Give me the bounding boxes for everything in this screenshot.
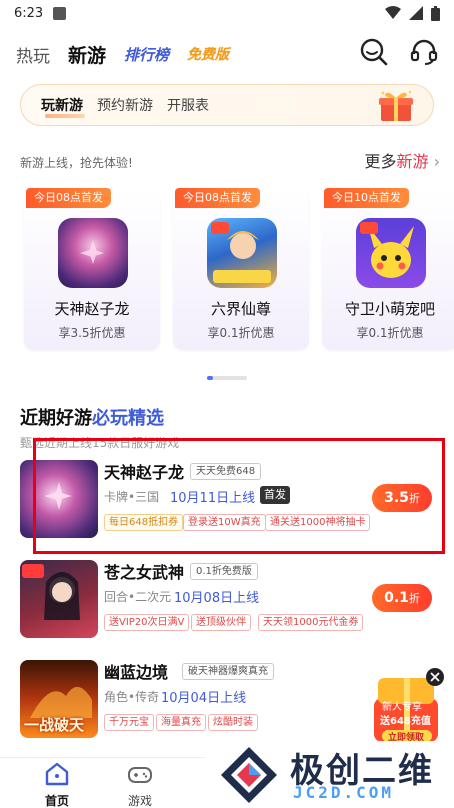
launch-badge: 今日08点首发 <box>175 188 260 208</box>
game-tag: 0.1折免费版 <box>190 563 258 580</box>
promo-line1: 新人专享 <box>382 702 422 713</box>
benefit-chip: 送VIP20次日满V <box>104 614 190 631</box>
headset-icon <box>410 39 438 65</box>
nav-home-label: 首页 <box>44 794 69 808</box>
game-discount: 享3.5折优惠 <box>58 326 126 340</box>
recent-title-prefix: 近期好游 <box>20 408 92 429</box>
game-icon <box>58 218 128 288</box>
new-game-card[interactable]: 今日10点首发 守卫小萌宠吧 享0.1折优惠 <box>322 188 454 350</box>
game-tag: 破天神器爆爽真充 <box>182 663 274 680</box>
watermark: 极创二维 JC2D.COM <box>205 741 454 808</box>
close-icon <box>430 672 440 682</box>
nav-home[interactable]: 首页 <box>27 762 87 808</box>
benefit-chip: 炫酷时装 <box>208 714 258 731</box>
discount-button[interactable]: 0.1折 <box>372 584 432 612</box>
benefit-chip: 海量真充 <box>156 714 206 731</box>
customer-service-button[interactable] <box>408 36 440 68</box>
new-game-card[interactable]: 今日08点首发 六界仙尊 享0.1折优惠 <box>173 188 309 350</box>
launch-badge: 今日08点首发 <box>26 188 111 208</box>
game-name: 幽蓝边境 <box>104 663 169 682</box>
discount-value: 0.1 <box>384 590 409 606</box>
gamepad-icon <box>128 767 152 783</box>
recent-title-highlight: 必玩精选 <box>92 408 164 429</box>
benefit-chip: 天天领1000元代金券 <box>258 614 364 631</box>
game-row[interactable]: 苍之女武神 0.1折免费版 回合•二次元 10月08日上线 送VIP20次日满V… <box>10 556 444 646</box>
game-icon <box>207 218 277 288</box>
notification-icon <box>53 6 67 20</box>
more-highlight: 新游 <box>396 152 429 171</box>
more-new-games-link[interactable]: 更多新游 › <box>364 148 440 172</box>
status-time: 6:23 <box>14 5 44 21</box>
game-discount: 享0.1折优惠 <box>356 326 424 340</box>
tab-ranking[interactable]: 排行榜 <box>124 44 169 65</box>
subtab-reserve[interactable]: 预约新游 <box>97 95 153 115</box>
search-button[interactable] <box>358 36 390 68</box>
carousel-indicator <box>207 376 247 380</box>
nav-games-label: 游戏 <box>127 794 152 808</box>
more-label: 更多 <box>364 152 397 171</box>
benefit-chip: 送顶级伙伴 <box>191 614 251 631</box>
subtab-server-schedule[interactable]: 开服表 <box>167 95 209 115</box>
subtab-play-new[interactable]: 玩新游 <box>41 95 85 118</box>
search-icon <box>360 38 388 66</box>
game-name: 六界仙尊 <box>210 300 271 318</box>
nav-games[interactable]: 游戏 <box>110 762 170 808</box>
new-game-card[interactable]: 今日08点首发 天神赵子龙 享3.5折优惠 <box>24 188 160 350</box>
benefit-chip: 千万元宝 <box>104 714 154 731</box>
wifi-icon <box>385 6 401 19</box>
tab-free[interactable]: 免费版 <box>187 44 229 64</box>
launch-badge: 今日10点首发 <box>324 188 409 208</box>
signal-icon <box>409 6 423 20</box>
game-name: 守卫小萌宠吧 <box>344 300 435 318</box>
game-name: 苍之女武神 <box>104 563 185 582</box>
new-games-hint: 新游上线，抢先体验! <box>20 156 133 170</box>
battery-icon <box>431 5 440 21</box>
game-category: 角色•传奇 <box>104 690 160 704</box>
promo-line2: 送648充值 <box>380 716 431 727</box>
release-date: 10月08日上线 <box>174 591 260 606</box>
sub-tabs-bar: 玩新游 预约新游 开服表 <box>20 84 434 126</box>
home-icon <box>45 762 69 786</box>
game-icon <box>356 218 426 288</box>
status-icons <box>385 5 440 21</box>
highlight-box <box>33 438 445 554</box>
game-thumbnail <box>20 560 98 638</box>
top-nav: 热玩 新游 排行榜 免费版 <box>0 34 454 74</box>
gift-box-icon <box>379 90 413 121</box>
status-bar: 6:23 <box>0 0 454 26</box>
newcomer-promo[interactable]: 新人专享 送648充值 立即领取 <box>368 668 448 746</box>
release-date: 10月04日上线 <box>161 691 247 706</box>
tab-hot[interactable]: 热玩 <box>16 42 50 67</box>
game-thumbnail: 一战破天 <box>20 660 98 738</box>
recent-games-title: 近期好游必玩精选 <box>20 404 179 430</box>
watermark-logo <box>221 747 277 803</box>
thumbnail-title: 一战破天 <box>24 716 85 734</box>
close-promo-button[interactable] <box>426 668 444 686</box>
chevron-right-icon: › <box>433 152 440 171</box>
game-name: 天神赵子龙 <box>54 300 130 318</box>
watermark-url: JC2D.COM <box>293 783 395 802</box>
new-games-header: 新游上线，抢先体验! 更多新游 › <box>20 152 440 172</box>
game-discount: 享0.1折优惠 <box>207 326 275 340</box>
discount-unit: 折 <box>408 592 420 605</box>
game-category: 回合•二次元 <box>104 590 172 604</box>
tab-new-games[interactable]: 新游 <box>68 41 106 68</box>
